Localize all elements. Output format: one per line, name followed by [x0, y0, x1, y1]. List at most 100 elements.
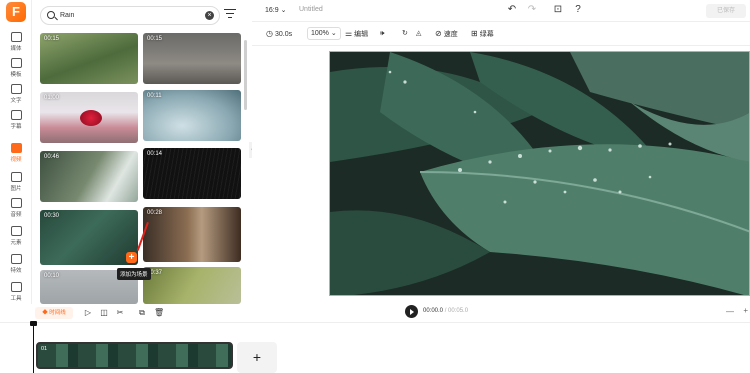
video-thumbnail[interactable]: 00:46	[40, 151, 138, 202]
play-scene-icon[interactable]: ▷	[83, 308, 93, 318]
sidebar-item-media[interactable]: 媒体	[0, 32, 32, 58]
saved-status-button[interactable]: 已保存	[706, 4, 746, 18]
play-button[interactable]	[405, 305, 418, 318]
sidebar-item-label: 工具	[10, 296, 22, 302]
sidebar-item-subtitle[interactable]: 字幕	[0, 110, 32, 136]
sidebar-item-label: 模板	[10, 72, 22, 78]
timeline-mode-label: 时间线	[49, 310, 66, 316]
search-box[interactable]: ×	[40, 6, 220, 25]
timeline-mode-button[interactable]: ◆ 时间线	[35, 307, 73, 319]
video-thumbnail-hovered[interactable]: 00:30 +	[40, 210, 138, 265]
search-input[interactable]	[60, 9, 200, 22]
speed-icon: ⊘	[435, 29, 442, 38]
zoom-in-icon[interactable]: +	[743, 306, 748, 315]
sidebar-item-template[interactable]: 模板	[0, 58, 32, 84]
audio-icon	[10, 198, 22, 208]
zoom-out-icon[interactable]: —	[726, 307, 734, 316]
playhead[interactable]	[30, 321, 37, 373]
add-scene-button[interactable]: +	[126, 252, 137, 263]
media-panel: × 00:15 00:15 01:00 00:11 00:46 00:14 00…	[33, 0, 251, 304]
zoom-value: 100%	[311, 30, 329, 37]
undo-icon[interactable]: ↶	[506, 4, 518, 16]
template-icon	[10, 58, 22, 68]
current-time: 00:00.0	[423, 308, 444, 314]
green-screen-button[interactable]: ⊞ 绿幕	[471, 28, 494, 40]
edit-button[interactable]: ⚌ 编辑	[345, 28, 368, 40]
video-thumbnail[interactable]: 00:14	[143, 148, 241, 199]
timeline: 01 +	[0, 321, 750, 373]
video-thumbnail[interactable]: 00:11	[143, 90, 241, 141]
clip-number: 01	[41, 346, 48, 352]
playback-time: 00:00.0 / 00:05.0	[423, 308, 468, 314]
help-icon[interactable]: ?	[572, 4, 584, 16]
sidebar-item-label: 特效	[10, 268, 22, 274]
filter-icon[interactable]	[224, 9, 236, 21]
aspect-ratio-selector[interactable]: 16:9 ⌄	[265, 6, 286, 14]
video-thumbnail[interactable]: 00:37	[143, 267, 241, 304]
tools-icon	[10, 282, 22, 292]
edit-toolbar: ◷ 30.0s 100% ⌄ ⚌ 编辑 🕪 ↻ ◬ ⊘ 速度 ⊞ 绿幕	[252, 22, 750, 46]
add-scene-button[interactable]: +	[237, 342, 277, 373]
volume-icon[interactable]: 🕪	[380, 28, 384, 40]
sidebar-item-label: 视频	[10, 157, 22, 163]
zoom-select[interactable]: 100% ⌄	[307, 27, 341, 40]
video-thumbnail[interactable]: 00:15	[40, 33, 138, 84]
green-screen-icon: ⊞	[471, 29, 478, 38]
duration-label: 00:14	[147, 151, 163, 157]
effects-icon	[10, 254, 22, 264]
sidebar-item-elements[interactable]: 元素	[0, 226, 32, 252]
split-icon[interactable]: ◫	[99, 308, 109, 318]
clock-icon: ◷	[266, 29, 273, 38]
speed-label: 速度	[443, 31, 458, 38]
total-time: 00:05.0	[448, 308, 469, 314]
screenshot-icon[interactable]: ⊡	[552, 4, 564, 16]
sidebar-item-tools[interactable]: 工具	[0, 282, 32, 308]
sidebar-item-label: 图片	[10, 186, 22, 192]
video-canvas[interactable]	[329, 51, 750, 296]
cut-icon[interactable]: ✂	[115, 308, 125, 318]
flip-icon[interactable]: ◬	[416, 28, 421, 40]
duration-label: 00:15	[147, 36, 163, 42]
timeline-toolbar: ◆ 时间线 ▷ ◫ ✂ ⧉ 🗑	[33, 304, 252, 322]
elements-icon	[10, 226, 22, 236]
sidebar-item-image[interactable]: 图片	[0, 172, 32, 198]
sidebar-item-text[interactable]: 文字	[0, 84, 32, 110]
sidebar-item-audio[interactable]: 音频	[0, 198, 32, 224]
duplicate-icon[interactable]: ⧉	[137, 308, 147, 318]
timeline-ruler	[0, 323, 750, 331]
duration-label: 00:28	[147, 210, 163, 216]
leaf-scene-graphic	[330, 52, 749, 295]
duration-button[interactable]: ◷ 30.0s	[266, 28, 292, 40]
duration-label: 00:15	[44, 36, 60, 42]
green-screen-label: 绿幕	[479, 31, 494, 38]
image-icon	[10, 172, 22, 182]
timeline-clip[interactable]: 01	[36, 342, 233, 369]
preview-area	[252, 46, 750, 302]
speed-button[interactable]: ⊘ 速度	[435, 28, 458, 40]
duration-label: 00:10	[44, 273, 60, 279]
add-scene-tooltip: 添加为场景	[117, 268, 151, 280]
sidebar-item-effects[interactable]: 特效	[0, 254, 32, 280]
sidebar-item-label: 字幕	[10, 124, 22, 130]
editor-app: F 媒体 模板 文字 字幕 视频 图片 音频 元素 特效 工具 × 00:15 …	[0, 0, 750, 373]
sidebar-item-label: 媒体	[10, 46, 22, 52]
duration-label: 00:46	[44, 154, 60, 160]
project-title[interactable]: Untitled	[299, 6, 323, 13]
video-thumbnail[interactable]: 00:28	[143, 207, 241, 262]
redo-icon[interactable]: ↷	[526, 4, 538, 16]
aspect-ratio-value: 16:9	[265, 7, 279, 14]
text-icon	[10, 84, 22, 94]
app-logo[interactable]: F	[6, 2, 26, 22]
subtitle-icon	[10, 110, 22, 120]
delete-icon[interactable]: 🗑	[154, 308, 164, 318]
video-thumbnail[interactable]: 00:15	[143, 33, 241, 84]
video-thumbnail[interactable]: 01:00	[40, 92, 138, 143]
timeline-icon: ◆	[42, 310, 48, 316]
duration-label: 00:11	[147, 93, 162, 99]
sliders-icon: ⚌	[345, 29, 353, 38]
panel-scrollbar[interactable]	[244, 40, 247, 110]
rotate-icon[interactable]: ↻	[402, 28, 408, 40]
clear-search-icon[interactable]: ×	[205, 11, 214, 20]
duration-value: 30.0s	[274, 31, 293, 38]
sidebar-item-video[interactable]: 视频	[0, 143, 32, 169]
